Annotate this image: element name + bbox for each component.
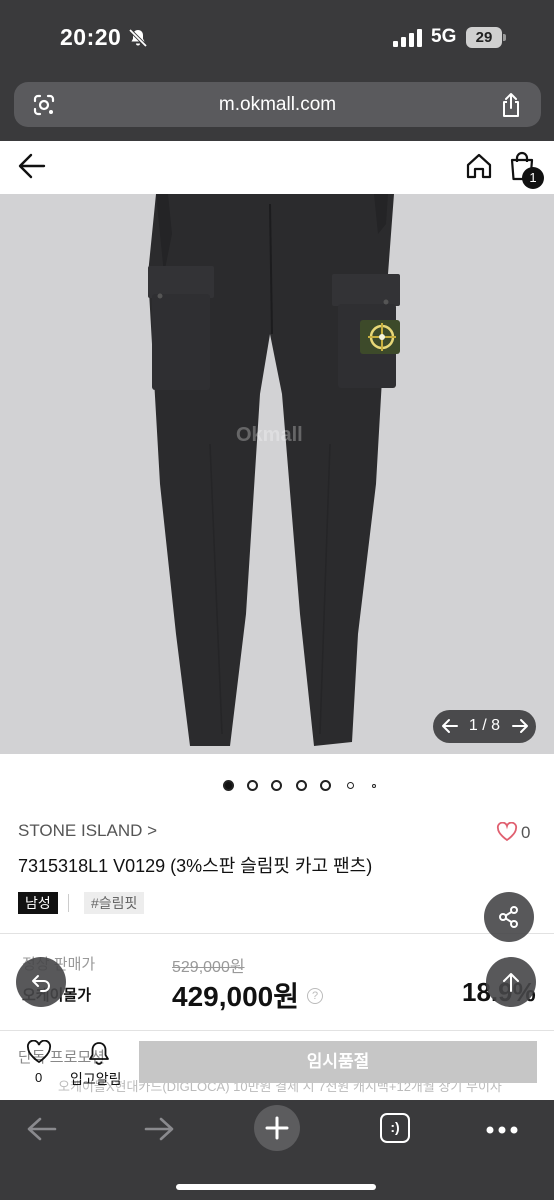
like-count: 0 [521,823,531,842]
url-text[interactable]: m.okmall.com [14,94,541,116]
tab-switcher-button[interactable]: :) [380,1113,410,1143]
carousel-dot[interactable] [247,780,258,791]
wishlist-heart-icon[interactable] [26,1040,52,1064]
sale-price: 429,000원 [172,981,299,1012]
cart-count-badge: 1 [522,167,544,189]
wishlist-count: 0 [35,1070,43,1085]
sold-out-button[interactable]: 임시품절 [139,1041,537,1083]
product-image-carousel[interactable]: Okmall 1 / 8 [0,194,554,754]
back-fab[interactable] [16,957,66,1007]
regular-price: 529,000원 [172,959,245,976]
tag-divider [68,894,69,912]
image-counter-text: 1 / 8 [468,717,501,734]
tag-gender[interactable]: 남성 [18,892,58,914]
plus-icon [265,1116,289,1140]
address-bar[interactable]: m.okmall.com [14,82,541,127]
brand-link[interactable]: STONE ISLAND > [18,821,157,841]
back-arrow-icon[interactable] [18,153,46,179]
image-counter: 1 / 8 [433,710,536,743]
new-tab-button[interactable] [254,1105,300,1151]
browser-chrome-top: 20:20 5G 29 m.okmall.com [0,0,554,141]
browser-forward-icon[interactable] [143,1115,175,1143]
next-image-arrow-icon[interactable] [511,716,529,736]
carousel-pagination [0,778,554,794]
image-watermark: Okmall [236,424,303,446]
carousel-dot[interactable] [296,780,307,791]
network-type: 5G [431,26,457,47]
carousel-dot[interactable] [372,784,376,788]
tag-style[interactable]: #슬림핏 [84,892,145,914]
more-menu-icon[interactable] [486,1126,518,1134]
arrow-up-icon [503,973,519,992]
undo-arrow-icon [32,975,50,992]
app-header: 1 [0,141,554,194]
product-title: 7315318L1 V0129 (3%스판 슬림핏 카고 팬츠) [18,856,373,876]
status-time: 20:20 [60,24,122,50]
share-icon[interactable] [499,92,523,118]
home-icon[interactable] [465,152,493,180]
status-bar: 20:20 5G 29 [0,0,554,76]
share-fab[interactable] [484,892,534,942]
heart-icon[interactable] [496,822,518,842]
signal-icon [393,29,422,47]
scroll-top-fab[interactable] [486,957,536,1007]
carousel-dot[interactable] [320,780,331,791]
restock-alert-label[interactable]: 입고알림 [70,1069,122,1089]
carousel-dot[interactable] [347,782,354,789]
product-image [148,194,400,746]
price-help-icon[interactable]: ? [307,988,323,1004]
home-indicator [176,1184,376,1190]
bell-icon[interactable] [87,1040,111,1066]
prev-image-arrow-icon[interactable] [441,716,459,736]
share-nodes-icon [499,906,518,928]
battery-icon: 29 [466,27,502,48]
battery-nub [503,34,506,41]
bell-muted-icon [128,28,148,48]
divider [0,933,554,934]
carousel-dot[interactable] [271,780,282,791]
divider [0,1030,554,1031]
browser-back-icon[interactable] [26,1115,58,1143]
carousel-dot[interactable] [223,780,234,791]
page: 20:20 5G 29 m.okmall.com 1 Okmall 1 / 8 … [0,0,554,1200]
